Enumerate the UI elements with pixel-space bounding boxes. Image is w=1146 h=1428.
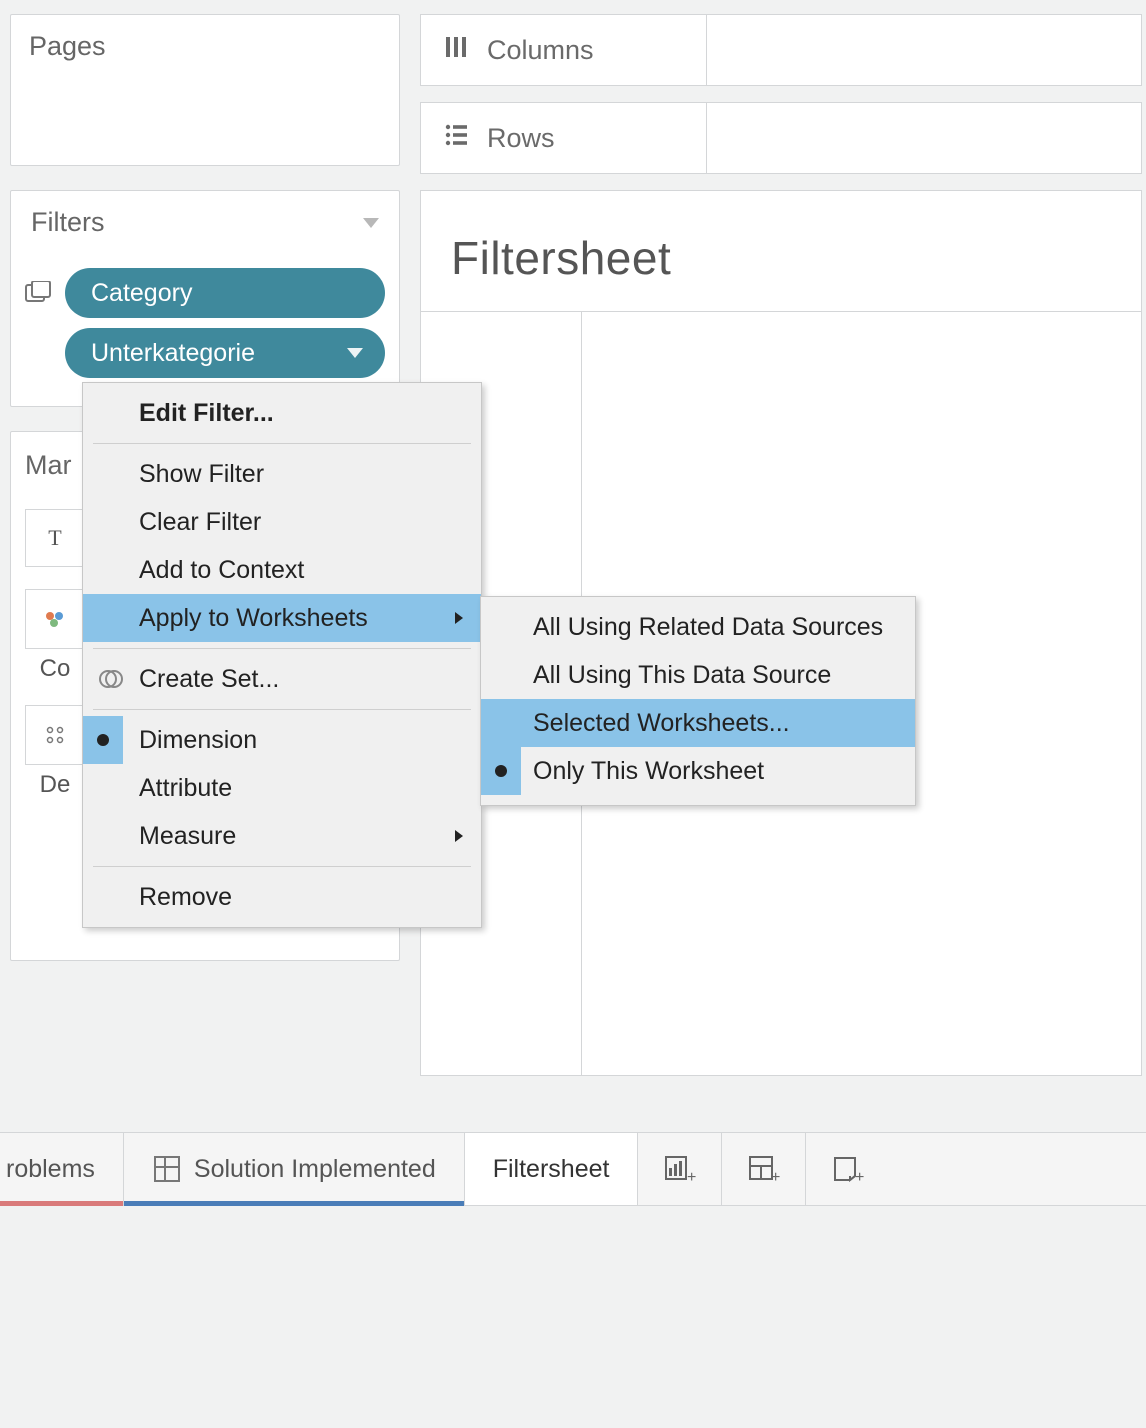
menu-item-add-to-context[interactable]: Add to Context bbox=[83, 546, 481, 594]
sheet-tab-bar: roblems Solution Implemented Filtersheet… bbox=[0, 1132, 1146, 1206]
tab-label: Filtersheet bbox=[493, 1155, 610, 1184]
tab-problems[interactable]: roblems bbox=[0, 1133, 124, 1205]
columns-shelf-header: Columns bbox=[421, 15, 707, 85]
radio-dot-icon bbox=[97, 734, 109, 746]
new-story-button[interactable]: + bbox=[806, 1133, 890, 1205]
menu-item-measure[interactable]: Measure bbox=[83, 812, 481, 860]
menu-item-edit-filter[interactable]: Edit Filter... bbox=[83, 389, 481, 437]
filter-context-menu: Edit Filter... Show Filter Clear Filter … bbox=[82, 382, 482, 928]
submenu-arrow-icon bbox=[455, 612, 463, 624]
tab-label: Solution Implemented bbox=[194, 1155, 436, 1184]
new-dashboard-button[interactable]: + bbox=[722, 1133, 806, 1205]
menu-item-label: All Using Related Data Sources bbox=[533, 613, 883, 642]
menu-separator bbox=[93, 866, 471, 867]
worksheet-title[interactable]: Filtersheet bbox=[451, 231, 1111, 285]
rows-icon bbox=[443, 122, 469, 155]
filter-row-category: Category bbox=[25, 268, 385, 318]
menu-item-apply-to-worksheets[interactable]: Apply to Worksheets bbox=[83, 594, 481, 642]
menu-item-label: Dimension bbox=[139, 726, 257, 755]
menu-item-label: Selected Worksheets... bbox=[533, 709, 790, 738]
submenu-item-only-this-worksheet[interactable]: Only This Worksheet bbox=[481, 747, 915, 795]
tab-label: roblems bbox=[6, 1155, 95, 1184]
marks-detail-button[interactable]: De bbox=[25, 705, 85, 799]
tab-underline bbox=[0, 1201, 123, 1206]
menu-item-label: Add to Context bbox=[139, 556, 304, 585]
radio-col bbox=[481, 603, 521, 651]
menu-item-label: Attribute bbox=[139, 774, 232, 803]
menu-item-create-set[interactable]: Create Set... bbox=[83, 655, 481, 703]
apply-to-worksheets-submenu: All Using Related Data Sources All Using… bbox=[480, 596, 916, 806]
menu-item-label: All Using This Data Source bbox=[533, 661, 831, 690]
radio-col bbox=[481, 699, 521, 747]
right-panel: Columns Rows Filtersheet ere bbox=[420, 14, 1142, 1076]
submenu-item-selected-worksheets[interactable]: Selected Worksheets... bbox=[481, 699, 915, 747]
mark-type-selector[interactable]: T bbox=[25, 509, 85, 567]
new-worksheet-button[interactable]: + bbox=[638, 1133, 722, 1205]
pages-label: Pages bbox=[29, 31, 106, 61]
filter-pill-label: Unterkategorie bbox=[91, 339, 255, 368]
menu-separator bbox=[93, 443, 471, 444]
worksheet-icon bbox=[152, 1154, 182, 1184]
columns-shelf[interactable]: Columns bbox=[420, 14, 1142, 86]
tab-underline bbox=[124, 1201, 464, 1206]
menu-item-clear-filter[interactable]: Clear Filter bbox=[83, 498, 481, 546]
menu-item-dimension[interactable]: Dimension bbox=[83, 716, 481, 764]
text-mark-icon: T bbox=[48, 525, 61, 551]
marks-color-label: Co bbox=[40, 655, 71, 683]
filter-pill-category[interactable]: Category bbox=[65, 268, 385, 318]
menu-item-label: Measure bbox=[139, 822, 236, 851]
menu-item-label: Create Set... bbox=[139, 665, 279, 694]
columns-shelf-drop[interactable] bbox=[707, 15, 1141, 85]
rows-label: Rows bbox=[487, 123, 555, 154]
radio-selected-highlight bbox=[481, 747, 521, 795]
menu-item-label: Show Filter bbox=[139, 460, 264, 489]
menu-separator bbox=[93, 709, 471, 710]
pages-card: Pages bbox=[10, 14, 400, 166]
menu-item-label: Only This Worksheet bbox=[533, 757, 764, 786]
rows-shelf-header: Rows bbox=[421, 103, 707, 173]
submenu-item-all-related-ds[interactable]: All Using Related Data Sources bbox=[481, 603, 915, 651]
tab-filtersheet[interactable]: Filtersheet bbox=[465, 1133, 639, 1205]
datasource-icon bbox=[25, 281, 53, 305]
rows-shelf-drop[interactable] bbox=[707, 103, 1141, 173]
filter-pill-unterkategorie[interactable]: Unterkategorie bbox=[65, 328, 385, 378]
menu-item-show-filter[interactable]: Show Filter bbox=[83, 450, 481, 498]
filters-label: Filters bbox=[31, 207, 105, 238]
color-swatch-icon bbox=[25, 589, 85, 649]
filters-card-menu-icon[interactable] bbox=[363, 218, 379, 228]
spacer-icon bbox=[25, 341, 53, 365]
radio-dot-icon bbox=[495, 765, 507, 777]
chevron-down-icon bbox=[347, 348, 363, 358]
menu-item-label: Apply to Worksheets bbox=[139, 604, 368, 633]
marks-detail-label: De bbox=[40, 771, 71, 799]
filter-pill-label: Category bbox=[91, 279, 192, 308]
svg-text:+: + bbox=[771, 1169, 780, 1186]
detail-icon bbox=[25, 705, 85, 765]
menu-separator bbox=[93, 648, 471, 649]
svg-text:+: + bbox=[687, 1169, 696, 1186]
filter-row-unterkategorie: Unterkategorie bbox=[25, 328, 385, 378]
menu-item-label: Remove bbox=[139, 883, 232, 912]
tab-solution-implemented[interactable]: Solution Implemented bbox=[124, 1133, 465, 1205]
filters-header: Filters bbox=[25, 207, 385, 238]
marks-color-button[interactable]: Co bbox=[25, 589, 85, 683]
menu-item-attribute[interactable]: Attribute bbox=[83, 764, 481, 812]
svg-text:+: + bbox=[855, 1169, 864, 1186]
set-icon bbox=[97, 665, 125, 693]
columns-icon bbox=[443, 34, 469, 67]
radio-col bbox=[481, 651, 521, 699]
filters-card: Filters Category Unterkategorie bbox=[10, 190, 400, 407]
rows-shelf[interactable]: Rows bbox=[420, 102, 1142, 174]
submenu-item-all-this-ds[interactable]: All Using This Data Source bbox=[481, 651, 915, 699]
menu-item-remove[interactable]: Remove bbox=[83, 873, 481, 921]
menu-item-label: Clear Filter bbox=[139, 508, 261, 537]
columns-label: Columns bbox=[487, 35, 594, 66]
submenu-arrow-icon bbox=[455, 830, 463, 842]
menu-item-label: Edit Filter... bbox=[139, 399, 274, 428]
